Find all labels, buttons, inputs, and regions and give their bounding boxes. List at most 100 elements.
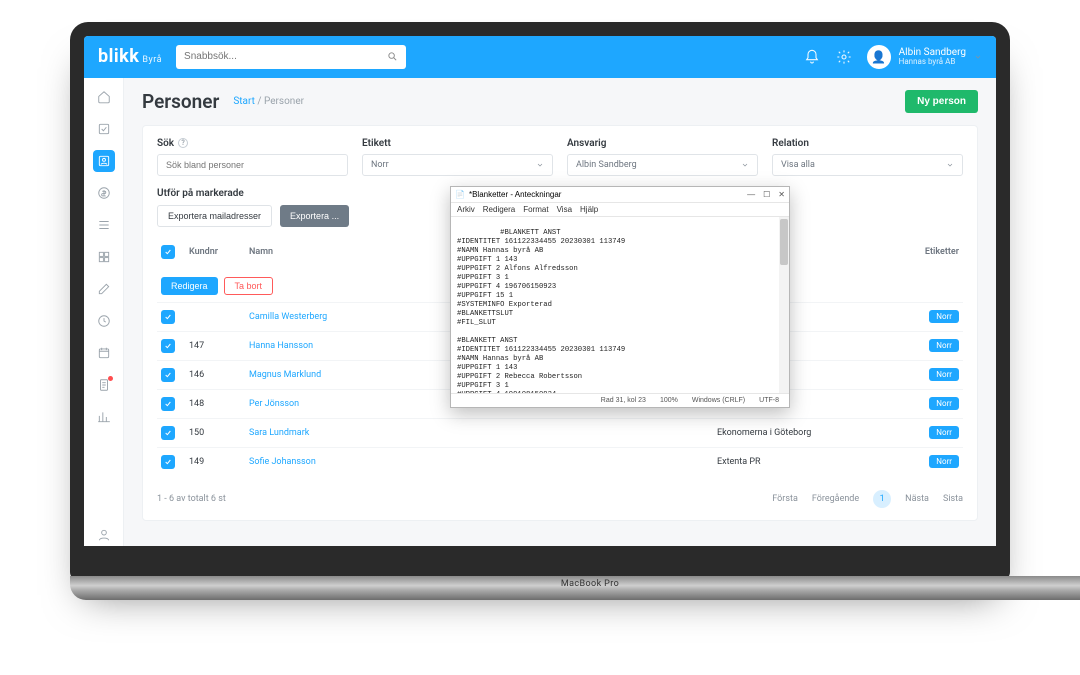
- filter-search-label: Sök: [157, 138, 174, 149]
- sidebar-doc-icon[interactable]: [93, 374, 115, 396]
- gear-icon[interactable]: [835, 48, 853, 66]
- chevron-down-icon: [946, 161, 954, 169]
- filter-relation-select[interactable]: Visa alla: [772, 154, 963, 176]
- table-row[interactable]: 150 Sara Lundmark Ekonomerna i Göteborg Nor…: [157, 418, 963, 447]
- row-tag: Norr: [929, 426, 959, 439]
- pager-next[interactable]: Nästa: [905, 494, 929, 504]
- sidebar-chart-icon[interactable]: [93, 406, 115, 428]
- row-checkbox[interactable]: [161, 368, 175, 382]
- row-company: Extenta PR: [713, 447, 873, 476]
- global-search-input[interactable]: [184, 51, 387, 62]
- sidebar-person-icon[interactable]: [93, 150, 115, 172]
- pager-page[interactable]: 1: [873, 490, 891, 508]
- notepad-app-icon: 📄: [455, 190, 465, 199]
- filter-relation-label: Relation: [772, 138, 963, 149]
- row-checkbox[interactable]: [161, 455, 175, 469]
- row-name-link[interactable]: Hanna Hansson: [249, 341, 313, 351]
- filter-etikett-label: Etikett: [362, 138, 553, 149]
- notepad-scrollbar[interactable]: [779, 217, 789, 393]
- notepad-title: *Blanketter - Anteckningar: [469, 190, 562, 199]
- close-icon[interactable]: ✕: [778, 190, 785, 199]
- col-etiketter[interactable]: Etiketter: [873, 239, 963, 265]
- export-mail-button[interactable]: Exportera mailadresser: [157, 205, 272, 227]
- filter-ansvarig-label: Ansvarig: [567, 138, 758, 149]
- filter-relation-value: Visa alla: [781, 160, 815, 170]
- status-eol: Windows (CRLF): [692, 397, 745, 404]
- sidebar-dollar-icon[interactable]: [93, 182, 115, 204]
- row-kundnr: 146: [185, 360, 245, 389]
- row-checkbox[interactable]: [161, 310, 175, 324]
- notepad-menu-item[interactable]: Visa: [557, 205, 572, 214]
- user-org: Hannas byrå AB: [899, 58, 966, 67]
- sidebar-list-icon[interactable]: [93, 214, 115, 236]
- row-kundnr: 150: [185, 418, 245, 447]
- row-checkbox[interactable]: [161, 339, 175, 353]
- col-kundnr[interactable]: Kundnr: [185, 239, 245, 265]
- minimize-icon[interactable]: —: [747, 190, 755, 199]
- filter-ansvarig-select[interactable]: Albin Sandberg: [567, 154, 758, 176]
- row-name-link[interactable]: Per Jönsson: [249, 399, 299, 409]
- notepad-body[interactable]: #BLANKETT ANST #IDENTITET 161122334455 2…: [451, 217, 789, 393]
- row-kundnr: 148: [185, 389, 245, 418]
- row-name-link[interactable]: Sara Lundmark: [249, 428, 309, 438]
- crumb-root[interactable]: Start: [233, 96, 255, 107]
- row-tag: Norr: [929, 310, 959, 323]
- pager: 1 - 6 av totalt 6 st Första Föregående 1…: [157, 490, 963, 508]
- filter-search-field[interactable]: [166, 160, 339, 170]
- select-all-checkbox[interactable]: [161, 245, 175, 259]
- maximize-icon[interactable]: ☐: [763, 190, 770, 199]
- topbar: blikkByrå 👤 Albin Sandberg Hannas byrå A…: [84, 36, 996, 78]
- pager-summary: 1 - 6 av totalt 6 st: [157, 494, 226, 504]
- filter-search-input[interactable]: [157, 154, 348, 176]
- row-checkbox[interactable]: [161, 426, 175, 440]
- pager-first[interactable]: Första: [772, 494, 798, 504]
- bell-icon[interactable]: [803, 48, 821, 66]
- status-zoom: 100%: [660, 397, 678, 404]
- page-title: Personer: [142, 90, 219, 113]
- row-kundnr: 147: [185, 331, 245, 360]
- remove-button[interactable]: Ta bort: [224, 277, 274, 295]
- sidebar-check-icon[interactable]: [93, 118, 115, 140]
- notepad-menu-item[interactable]: Redigera: [483, 205, 515, 214]
- logo: blikkByrå: [98, 46, 162, 67]
- edit-button[interactable]: Redigera: [161, 277, 218, 295]
- laptop-hinge: MacBook Pro: [70, 576, 1080, 600]
- sidebar-profile-icon[interactable]: [93, 524, 115, 546]
- row-name-link[interactable]: Sofie Johansson: [249, 457, 316, 467]
- row-kundnr: 149: [185, 447, 245, 476]
- notepad-menu-item[interactable]: Format: [523, 205, 548, 214]
- chevron-down-icon: [974, 53, 982, 61]
- sidebar-clock-icon[interactable]: [93, 310, 115, 332]
- sidebar-grid-icon[interactable]: [93, 246, 115, 268]
- filter-etikett-select[interactable]: Norr: [362, 154, 553, 176]
- new-person-button[interactable]: Ny person: [905, 90, 978, 113]
- notepad-menu-item[interactable]: Hjälp: [580, 205, 598, 214]
- sidebar-home-icon[interactable]: [93, 86, 115, 108]
- pager-prev[interactable]: Föregående: [812, 494, 859, 504]
- user-menu[interactable]: 👤 Albin Sandberg Hannas byrå AB: [867, 45, 982, 69]
- row-checkbox[interactable]: [161, 397, 175, 411]
- global-search[interactable]: [176, 45, 406, 69]
- help-icon[interactable]: ?: [178, 138, 188, 148]
- sidebar-calendar-icon[interactable]: [93, 342, 115, 364]
- notepad-content[interactable]: #BLANKETT ANST #IDENTITET 161122334455 2…: [457, 229, 625, 393]
- sidebar-edit-icon[interactable]: [93, 278, 115, 300]
- row-name-link[interactable]: Magnus Marklund: [249, 370, 321, 380]
- row-name-link[interactable]: Camilla Westerberg: [249, 312, 327, 322]
- sidebar: [84, 78, 124, 546]
- export-other-button[interactable]: Exportera ...: [280, 205, 349, 227]
- filter-etikett-value: Norr: [371, 160, 389, 170]
- row-kundnr: [185, 302, 245, 331]
- notepad-window[interactable]: 📄 *Blanketter - Anteckningar — ☐ ✕ Arkiv…: [450, 186, 790, 408]
- row-tag: Norr: [929, 339, 959, 352]
- notepad-status: Rad 31, kol 23 100% Windows (CRLF) UTF-8: [451, 393, 789, 407]
- avatar: 👤: [867, 45, 891, 69]
- hinge-label: MacBook Pro: [561, 579, 619, 589]
- breadcrumb: Start / Personer: [233, 96, 304, 107]
- row-company: Ekonomerna i Göteborg: [713, 418, 873, 447]
- status-enc: UTF-8: [759, 397, 779, 404]
- table-row[interactable]: 149Sofie JohanssonExtenta PRNorr: [157, 447, 963, 476]
- notepad-menu-item[interactable]: Arkiv: [457, 205, 475, 214]
- notepad-scroll-thumb[interactable]: [780, 219, 788, 265]
- pager-last[interactable]: Sista: [943, 494, 963, 504]
